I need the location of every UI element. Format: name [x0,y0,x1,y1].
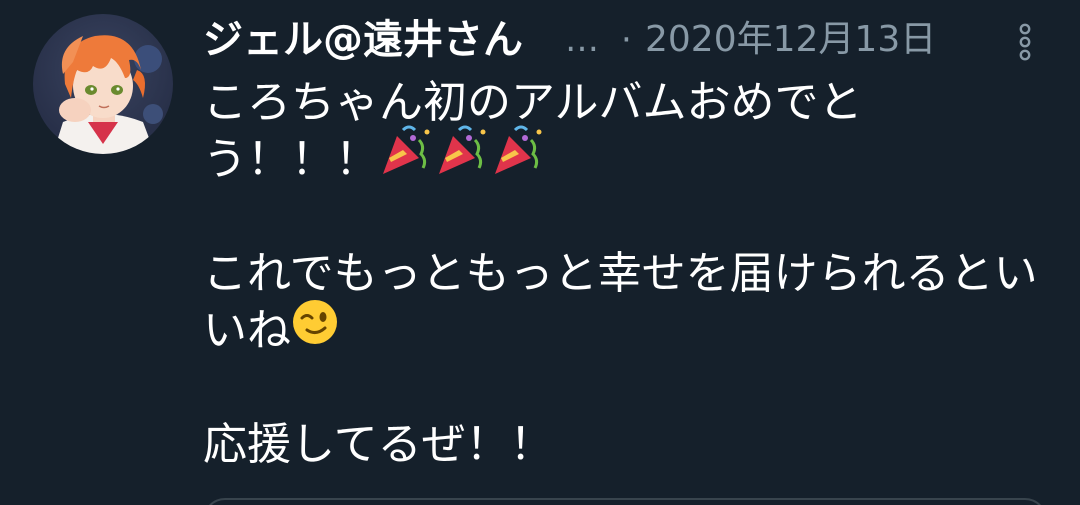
display-name[interactable]: ジェル@遠井さん [203,16,523,64]
media-card-edge[interactable] [203,498,1047,505]
winking-face-emoji [291,298,339,360]
more-vertical-icon[interactable] [1015,22,1035,62]
tweet-line: これでもっともっと幸せを届けられるとい [203,248,1038,299]
tweet-line-with-emoji: いね [203,300,1043,359]
avatar[interactable] [33,14,173,154]
tweet-line-with-emoji: う！！！ [203,125,1043,188]
tweet-text: ころちゃん初のアルバムおめでと う！！！ これでもっともっと幸せを届けられるとい… [203,74,1043,473]
tweet-line: 応援してるぜ！！ [203,419,554,470]
separator-dot: · [621,20,632,60]
tweet-line: う！！！ [203,134,379,185]
tweet-header: ジェル@遠井さん … · 2020年12月13日 [203,14,1063,66]
name-truncation: … [565,20,599,60]
party-popper-emoji [379,124,547,192]
timestamp[interactable]: 2020年12月13日 [645,16,936,64]
tweet-line: ころちゃん初のアルバムおめでと [203,77,863,128]
tweet-line: いね [203,305,291,356]
tweet[interactable]: ジェル@遠井さん … · 2020年12月13日 ころちゃん初のアルバムおめでと… [0,0,1080,505]
